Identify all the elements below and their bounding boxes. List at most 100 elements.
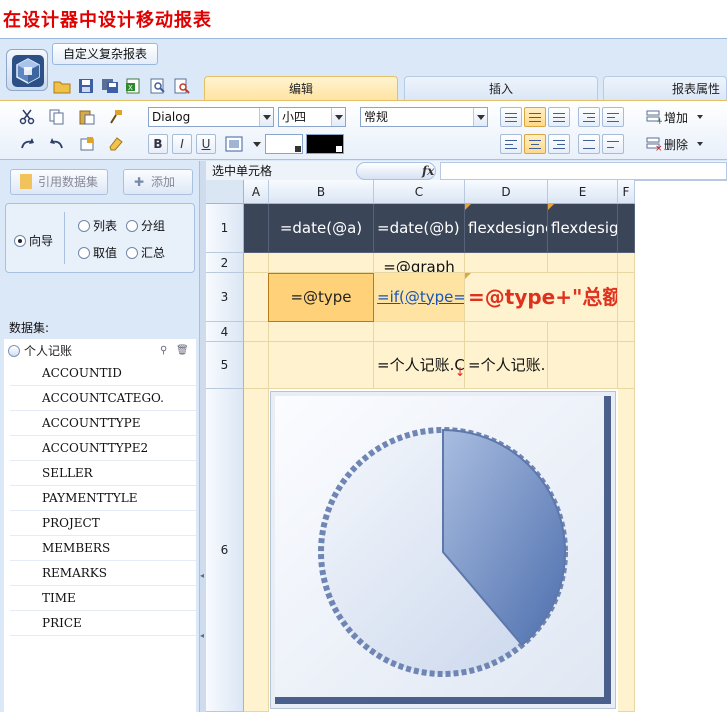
bold-button[interactable]: B bbox=[148, 134, 168, 154]
preview-icon[interactable] bbox=[148, 76, 168, 96]
cell-f2[interactable] bbox=[618, 253, 635, 273]
cell-c5[interactable]: =个人记账.C bbox=[374, 342, 465, 389]
print-preview-icon[interactable] bbox=[172, 76, 192, 96]
cell-c3[interactable]: =if(@type= bbox=[374, 273, 465, 322]
save-all-icon[interactable] bbox=[100, 76, 120, 96]
cell-a2[interactable] bbox=[244, 253, 269, 273]
chevron-left-icon[interactable]: ◂ bbox=[200, 631, 204, 640]
dataset-node[interactable]: 个人记账 ⚲ 🗑 bbox=[4, 341, 196, 361]
underline-button[interactable]: U bbox=[196, 134, 216, 154]
cell-b3[interactable]: =@type bbox=[268, 273, 374, 322]
row-header-3[interactable]: 3 bbox=[206, 273, 244, 322]
align-left-button[interactable] bbox=[500, 134, 522, 154]
add-row-icon[interactable]: + bbox=[644, 107, 664, 127]
cut-icon[interactable] bbox=[17, 107, 37, 127]
cell-f4[interactable] bbox=[618, 322, 635, 342]
list-item[interactable]: ACCOUNTTYPE bbox=[10, 411, 196, 436]
collapse-icon[interactable] bbox=[8, 345, 20, 357]
app-logo[interactable] bbox=[6, 49, 48, 91]
font-family-select[interactable]: Dialog bbox=[148, 107, 274, 127]
column-header-f[interactable]: F bbox=[618, 180, 635, 204]
cell-a4[interactable] bbox=[244, 322, 269, 342]
mode-radio-group[interactable]: 分组 bbox=[126, 217, 165, 234]
trash-icon[interactable]: 🗑 bbox=[176, 341, 189, 361]
eraser-icon[interactable] bbox=[106, 134, 126, 154]
cell-e4[interactable] bbox=[548, 322, 618, 342]
align-center-button[interactable] bbox=[524, 134, 546, 154]
cell-f1[interactable] bbox=[618, 204, 635, 253]
wrap-text-button[interactable] bbox=[602, 134, 624, 154]
report-document-tab[interactable]: 自定义复杂报表 bbox=[52, 43, 159, 65]
decrease-indent-button[interactable] bbox=[578, 107, 600, 127]
tab-insert[interactable]: 插入 bbox=[404, 76, 598, 100]
cell-d2[interactable] bbox=[465, 253, 548, 273]
cell-b4[interactable] bbox=[269, 322, 374, 342]
redo-icon[interactable] bbox=[17, 134, 37, 154]
font-color-picker[interactable] bbox=[306, 134, 344, 154]
list-item[interactable]: ACCOUNTCATEGO. bbox=[10, 386, 196, 411]
cell-e5[interactable] bbox=[548, 342, 618, 389]
list-item[interactable]: TIME bbox=[10, 586, 196, 611]
column-header-a[interactable]: A bbox=[244, 180, 269, 204]
cell-d3[interactable]: =@type+"总额 bbox=[465, 273, 618, 322]
save-icon[interactable] bbox=[76, 76, 96, 96]
list-item[interactable]: REMARKS bbox=[10, 561, 196, 586]
fx-icon[interactable]: fx bbox=[422, 161, 434, 181]
number-format-select[interactable]: 常规 bbox=[360, 107, 488, 127]
row-header-1[interactable]: 1 bbox=[206, 204, 244, 253]
list-item[interactable]: PROJECT bbox=[10, 511, 196, 536]
column-header-c[interactable]: C bbox=[374, 180, 465, 204]
formula-input[interactable] bbox=[440, 162, 727, 180]
cell-a1[interactable] bbox=[244, 204, 269, 253]
tab-report-properties[interactable]: 报表属性 bbox=[603, 76, 727, 100]
cell-a3[interactable] bbox=[244, 273, 269, 322]
border-style-icon[interactable] bbox=[224, 134, 244, 154]
cell-b5[interactable] bbox=[269, 342, 374, 389]
insert-object-icon[interactable] bbox=[77, 134, 97, 154]
cell-c4[interactable] bbox=[374, 322, 465, 342]
edit-icon[interactable]: ⚲ bbox=[160, 341, 167, 361]
list-item[interactable]: PAYMENTTYLE bbox=[10, 486, 196, 511]
chevron-down-icon[interactable] bbox=[690, 134, 710, 154]
align-middle-button[interactable] bbox=[524, 107, 546, 127]
cell-e1[interactable]: flexdesig bbox=[548, 204, 618, 253]
mode-radio-summary[interactable]: 汇总 bbox=[126, 244, 165, 261]
column-header-e[interactable]: E bbox=[548, 180, 618, 204]
cell-d5[interactable]: =个人记账. bbox=[465, 342, 548, 389]
italic-button[interactable]: I bbox=[172, 134, 192, 154]
cell-b2[interactable] bbox=[269, 253, 374, 273]
list-item[interactable]: MEMBERS bbox=[10, 536, 196, 561]
pie-chart-placeholder[interactable] bbox=[270, 391, 616, 709]
cell-f5[interactable] bbox=[618, 342, 635, 389]
list-item[interactable]: SELLER bbox=[10, 461, 196, 486]
cell-c1[interactable]: =date(@b) bbox=[374, 204, 465, 253]
column-header-b[interactable]: B bbox=[269, 180, 374, 204]
cell-d1[interactable]: flexdesigne bbox=[465, 204, 548, 253]
column-header-d[interactable]: D bbox=[465, 180, 548, 204]
copy-icon[interactable] bbox=[47, 107, 67, 127]
align-right-button[interactable] bbox=[548, 134, 570, 154]
add-dataset-button[interactable]: ✚ 添加 bbox=[123, 169, 193, 195]
undo-icon[interactable] bbox=[47, 134, 67, 154]
merge-cells-button[interactable] bbox=[578, 134, 600, 154]
row-header-6[interactable]: 6 bbox=[206, 389, 244, 712]
mode-radio-wizard[interactable]: 向导 bbox=[14, 232, 53, 249]
cell-c2[interactable]: =@graph bbox=[374, 253, 465, 273]
grid-corner[interactable] bbox=[206, 180, 244, 204]
list-item[interactable]: PRICE bbox=[10, 611, 196, 636]
align-bottom-button[interactable] bbox=[548, 107, 570, 127]
cell-a5[interactable] bbox=[244, 342, 269, 389]
chevron-left-icon[interactable]: ◂ bbox=[200, 571, 204, 580]
delete-row-icon[interactable]: × bbox=[644, 134, 664, 154]
mode-radio-list[interactable]: 列表 bbox=[78, 217, 117, 234]
cell-f6[interactable] bbox=[618, 389, 635, 712]
row-header-4[interactable]: 4 bbox=[206, 322, 244, 342]
reference-dataset-button[interactable]: 引用数据集 bbox=[10, 169, 108, 195]
increase-indent-button[interactable] bbox=[602, 107, 624, 127]
add-button-label[interactable]: 增加 bbox=[664, 109, 688, 126]
paste-icon[interactable] bbox=[77, 107, 97, 127]
open-folder-icon[interactable] bbox=[52, 76, 72, 96]
row-header-2[interactable]: 2 bbox=[206, 253, 244, 273]
mode-radio-value[interactable]: 取值 bbox=[78, 244, 117, 261]
cell-f3[interactable] bbox=[618, 273, 635, 322]
